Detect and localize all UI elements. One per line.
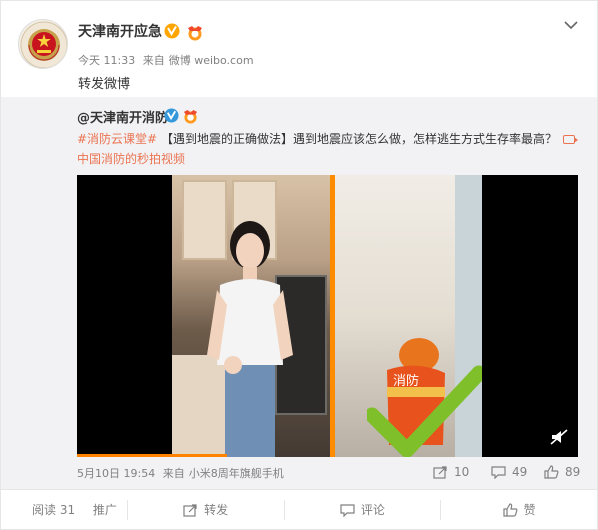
verified-icon <box>164 108 179 123</box>
mute-icon[interactable] <box>550 429 568 445</box>
quoted-date[interactable]: 5月10日 19:54 <box>77 467 155 480</box>
like-label: 赞 <box>523 503 536 517</box>
source-prefix: 来自 <box>162 467 185 480</box>
chevron-down-icon[interactable] <box>563 19 579 31</box>
read-count-label: 阅读 31 <box>32 503 76 517</box>
verified-icon <box>164 23 180 39</box>
comment-label: 评论 <box>360 503 385 517</box>
quoted-comment-button[interactable]: 49 <box>491 463 527 481</box>
emblem-icon <box>20 21 67 68</box>
like-count: 89 <box>565 465 581 479</box>
forward-button[interactable]: 转发 <box>128 500 284 520</box>
checkmark-icon <box>367 365 482 457</box>
quoted-body: 遇到地震应该怎么做，怎样逃生方式生存率最高？ <box>292 132 557 146</box>
like-icon <box>544 465 559 479</box>
quoted-post: @天津南开消防 #消防云课堂# 【遇到地震的正确做法】遇到地震应该怎么做，怎样逃… <box>1 97 597 489</box>
forward-icon <box>183 503 197 517</box>
video-link[interactable]: 中国消防的秒拍视频 <box>77 152 185 166</box>
author-name[interactable]: 天津南开应急 <box>78 21 162 41</box>
forward-label: 转发 <box>204 503 229 517</box>
source-prefix: 来自 <box>142 54 165 67</box>
promote-label: 推广 <box>92 503 117 517</box>
promote-button[interactable]: 推广 <box>83 500 127 520</box>
weibo-post-card: 天津南开应急 今天 11:33 来自 微博 weibo.com 转发微博 @天津南… <box>0 0 598 530</box>
post-source[interactable]: 微博 weibo.com <box>169 54 254 67</box>
comment-icon <box>491 466 506 479</box>
video-progress-bar[interactable] <box>77 454 228 457</box>
quoted-title: 【遇到地震的正确做法】 <box>160 132 293 146</box>
quoted-forward-button[interactable]: 10 <box>433 463 469 481</box>
post-text: 转发微博 <box>78 77 131 92</box>
avatar[interactable] <box>18 19 68 69</box>
quoted-author-name[interactable]: @天津南开消防 <box>77 107 168 126</box>
comment-count: 49 <box>512 465 528 479</box>
forward-icon <box>433 466 447 479</box>
video-person <box>207 221 293 457</box>
forward-count: 10 <box>454 465 470 479</box>
quoted-like-button[interactable]: 89 <box>544 463 580 481</box>
like-icon <box>503 502 518 517</box>
like-button[interactable]: 赞 <box>441 500 597 520</box>
vip-badge-icon <box>183 109 198 124</box>
read-count: 阅读 31 <box>1 500 83 520</box>
quoted-text: #消防云课堂# 【遇到地震的正确做法】遇到地震应该怎么做，怎样逃生方式生存率最高… <box>77 129 578 169</box>
vip-badge-icon <box>188 26 202 41</box>
post-timestamp[interactable]: 今天 11:33 <box>78 54 135 67</box>
action-bar: 阅读 31 推广 转发 评论 赞 <box>1 489 597 529</box>
video-player[interactable]: 消防 <box>77 175 578 457</box>
quoted-source[interactable]: 小米8周年旗舰手机 <box>189 467 284 480</box>
comment-icon <box>340 503 355 517</box>
hashtag-link[interactable]: #消防云课堂# <box>77 132 157 146</box>
post-meta: 今天 11:33 来自 微博 weibo.com <box>78 52 258 68</box>
quoted-meta: 5月10日 19:54 来自 小米8周年旗舰手机 <box>77 465 288 481</box>
comment-button[interactable]: 评论 <box>285 500 441 520</box>
video-link-icon <box>562 135 578 144</box>
